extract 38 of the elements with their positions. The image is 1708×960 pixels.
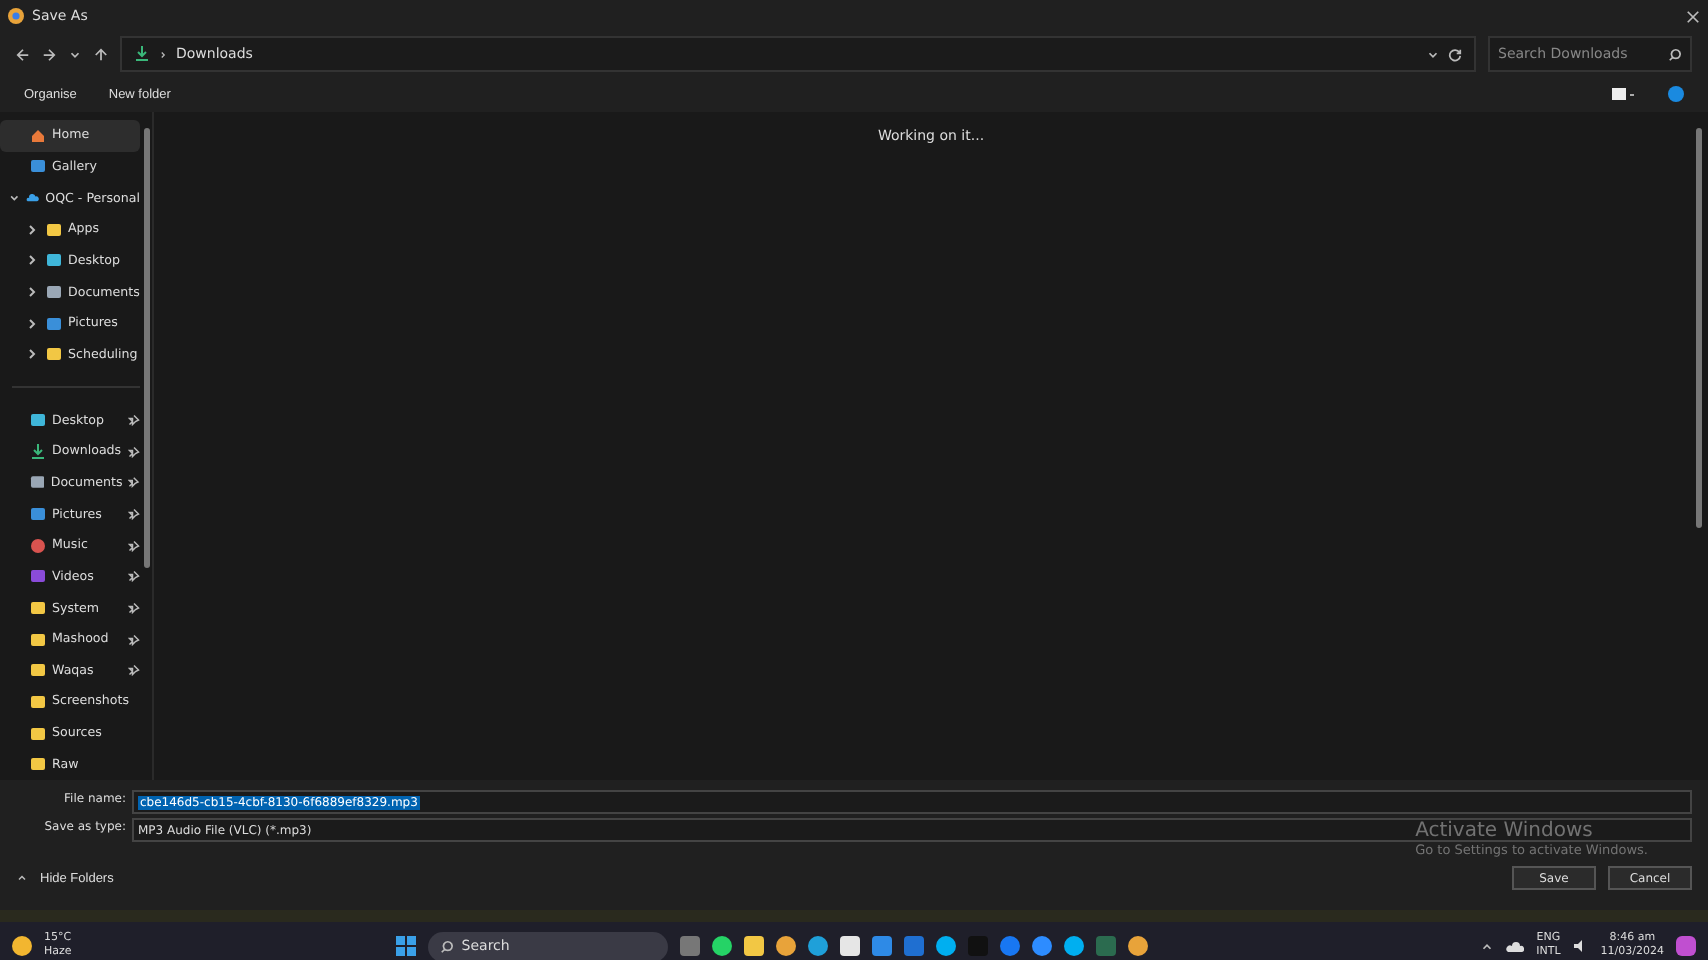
folder-icon — [46, 221, 62, 238]
app-icon[interactable] — [743, 936, 764, 956]
app-icon[interactable] — [807, 936, 828, 956]
chevron-down-icon[interactable] — [68, 47, 82, 61]
home-icon — [30, 127, 46, 144]
chevron-icon[interactable] — [24, 284, 40, 301]
app-icon[interactable] — [935, 936, 956, 956]
up-arrow-icon[interactable] — [94, 47, 108, 61]
app-icon[interactable] — [711, 936, 732, 956]
search-icon — [1668, 47, 1682, 61]
chevron-down-icon[interactable] — [1426, 47, 1440, 61]
back-arrow-icon[interactable] — [16, 47, 30, 61]
download-icon — [134, 46, 150, 62]
chevron-icon[interactable] — [24, 221, 40, 238]
folder-icon — [46, 346, 62, 363]
scrollbar[interactable] — [1696, 128, 1702, 528]
cloud-icon — [26, 190, 40, 207]
app-icon[interactable] — [775, 936, 796, 956]
app-icon[interactable] — [839, 936, 860, 956]
chevron-up-icon[interactable] — [16, 872, 28, 884]
view-icon[interactable] — [1612, 86, 1636, 102]
activation-title: Activate Windows — [1415, 820, 1595, 842]
chevron-icon[interactable] — [24, 346, 40, 363]
scrollbar[interactable] — [144, 128, 150, 568]
chevron-up-icon[interactable] — [1480, 939, 1495, 953]
close-icon[interactable] — [1686, 9, 1700, 23]
download-icon — [30, 443, 46, 460]
search-icon — [439, 939, 454, 953]
app-icon[interactable] — [1127, 936, 1148, 956]
chevron-icon — [158, 49, 168, 59]
chevron-icon[interactable] — [24, 252, 40, 269]
refresh-icon[interactable] — [1448, 47, 1462, 61]
app-logo-icon — [8, 8, 24, 24]
windows-logo-icon[interactable] — [395, 936, 416, 956]
chevron-icon[interactable] — [24, 315, 40, 332]
app-icon[interactable] — [1063, 936, 1084, 956]
forward-arrow-icon[interactable] — [42, 47, 56, 61]
cloud-icon[interactable] — [1506, 940, 1525, 952]
